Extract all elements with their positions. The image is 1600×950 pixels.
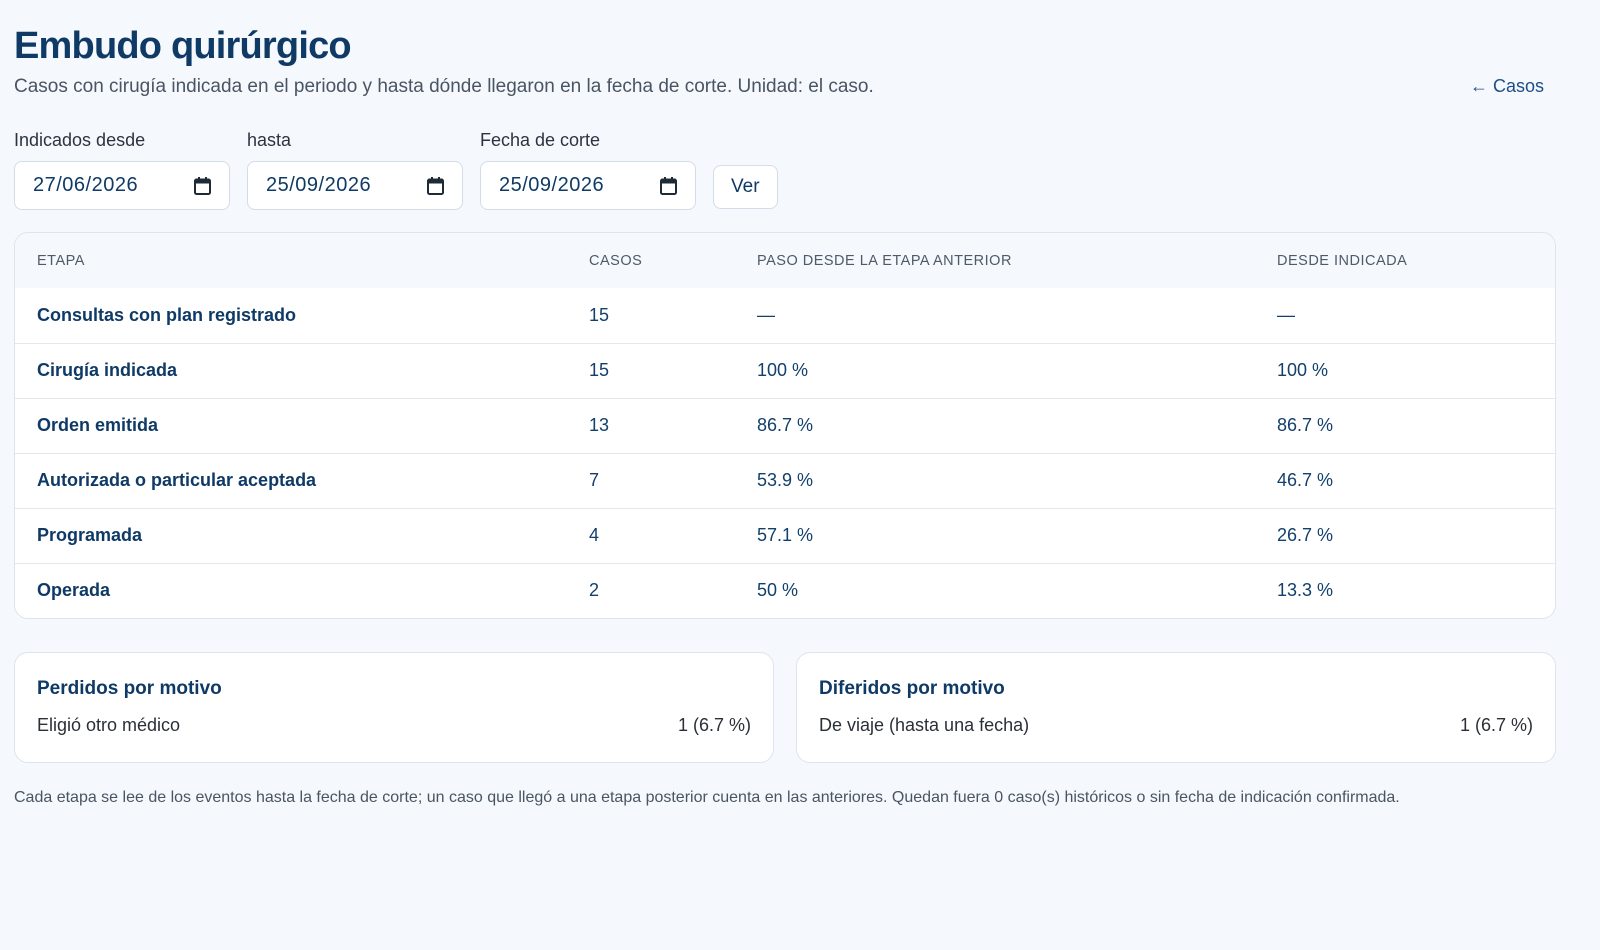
from-date-label: Indicados desde — [14, 130, 146, 150]
lost-by-reason-card: Perdidos por motivo Eligió otro médico 1… — [14, 652, 774, 763]
cases-cell: 15 — [589, 360, 610, 380]
table-header-row: ETAPA CASOS PASO DESDE LA ETAPA ANTERIOR… — [15, 233, 1555, 288]
calendar-icon[interactable] — [660, 176, 677, 195]
stage-cell: Cirugía indicada — [37, 360, 178, 380]
column-header-cases: CASOS — [589, 252, 643, 269]
column-header-stage: ETAPA — [37, 252, 85, 269]
to-date-field: hasta 25/09/2026 — [247, 130, 463, 210]
calendar-icon[interactable] — [427, 176, 444, 195]
table-row: Consultas con plan registrado 15 — — — [15, 288, 1555, 343]
table-row: Operada 2 50 % 13.3 % — [15, 563, 1555, 618]
reason-label: De viaje (hasta una fecha) — [819, 715, 1030, 735]
step-cell: 100 % — [757, 360, 809, 380]
deferred-by-reason-card: Diferidos por motivo De viaje (hasta una… — [796, 652, 1556, 763]
back-to-cases-link[interactable]: ← Casos — [1470, 76, 1544, 97]
step-cell: 50 % — [757, 580, 799, 601]
stage-cell: Autorizada o particular aceptada — [37, 470, 317, 490]
deferred-card-title: Diferidos por motivo — [819, 678, 1005, 699]
page-subtitle: Casos con cirugía indicada en el periodo… — [14, 76, 874, 97]
step-cell: — — [757, 304, 775, 325]
cases-cell: 15 — [589, 304, 610, 325]
stage-cell: Consultas con plan registrado — [37, 304, 297, 325]
stage-cell: Operada — [37, 580, 111, 601]
reason-cards: Perdidos por motivo Eligió otro médico 1… — [14, 652, 1556, 763]
step-cell: 57.1 % — [757, 525, 814, 545]
table-row: Programada 4 57.1 % 26.7 % — [15, 508, 1555, 563]
column-header-from-indicated: DESDE INDICADA — [1277, 252, 1408, 269]
table-row: Orden emitida 13 86.7 % 86.7 % — [15, 398, 1555, 453]
cutoff-date-value: 25/09/2026 — [499, 174, 605, 196]
from-indicated-cell: 26.7 % — [1277, 525, 1334, 545]
from-date-input[interactable]: 27/06/2026 — [14, 161, 230, 210]
cutoff-date-label: Fecha de corte — [480, 130, 601, 150]
from-indicated-cell: 100 % — [1277, 360, 1329, 380]
step-cell: 53.9 % — [757, 470, 814, 490]
table-row: Autorizada o particular aceptada 7 53.9 … — [15, 453, 1555, 508]
view-button[interactable]: Ver — [713, 165, 778, 209]
footnote: Cada etapa se lee de los eventos hasta l… — [14, 789, 1400, 806]
cases-cell: 7 — [589, 470, 600, 490]
table-row: Cirugía indicada 15 100 % 100 % — [15, 343, 1555, 398]
from-indicated-cell: 46.7 % — [1277, 470, 1334, 490]
from-indicated-cell: 13.3 % — [1277, 580, 1334, 601]
page: Embudo quirúrgico Casos con cirugía indi… — [0, 0, 1600, 807]
from-date-field: Indicados desde 27/06/2026 — [14, 130, 230, 210]
list-item: Eligió otro médico 1 (6.7 %) — [37, 715, 751, 736]
page-title: Embudo quirúrgico — [14, 25, 352, 67]
cases-cell: 4 — [589, 525, 600, 545]
reason-value: 1 (6.7 %) — [1459, 715, 1533, 735]
to-date-label: hasta — [247, 130, 292, 150]
reason-label: Eligió otro médico — [37, 715, 181, 735]
stage-cell: Programada — [37, 525, 143, 545]
from-date-value: 27/06/2026 — [33, 174, 139, 196]
cutoff-date-input[interactable]: 25/09/2026 — [480, 161, 696, 210]
reason-value: 1 (6.7 %) — [677, 715, 751, 735]
list-item: De viaje (hasta una fecha) 1 (6.7 %) — [819, 715, 1533, 736]
from-indicated-cell: 86.7 % — [1277, 415, 1334, 435]
step-cell: 86.7 % — [757, 415, 814, 435]
calendar-icon[interactable] — [194, 176, 211, 195]
cases-cell: 13 — [589, 415, 610, 435]
to-date-input[interactable]: 25/09/2026 — [247, 161, 463, 210]
to-date-value: 25/09/2026 — [266, 174, 372, 196]
cutoff-date-field: Fecha de corte 25/09/2026 — [480, 130, 696, 210]
subtitle-row: Casos con cirugía indicada en el periodo… — [14, 76, 1556, 98]
from-indicated-cell: — — [1277, 304, 1295, 325]
filter-bar: Indicados desde 27/06/2026 hasta 25/09/2… — [14, 130, 1586, 210]
funnel-table-card: ETAPA CASOS PASO DESDE LA ETAPA ANTERIOR… — [14, 232, 1556, 619]
column-header-step: PASO DESDE LA ETAPA ANTERIOR — [757, 252, 1012, 269]
stage-cell: Orden emitida — [37, 415, 159, 435]
cases-cell: 2 — [589, 580, 600, 601]
lost-card-title: Perdidos por motivo — [37, 678, 222, 699]
funnel-table: ETAPA CASOS PASO DESDE LA ETAPA ANTERIOR… — [15, 233, 1555, 618]
